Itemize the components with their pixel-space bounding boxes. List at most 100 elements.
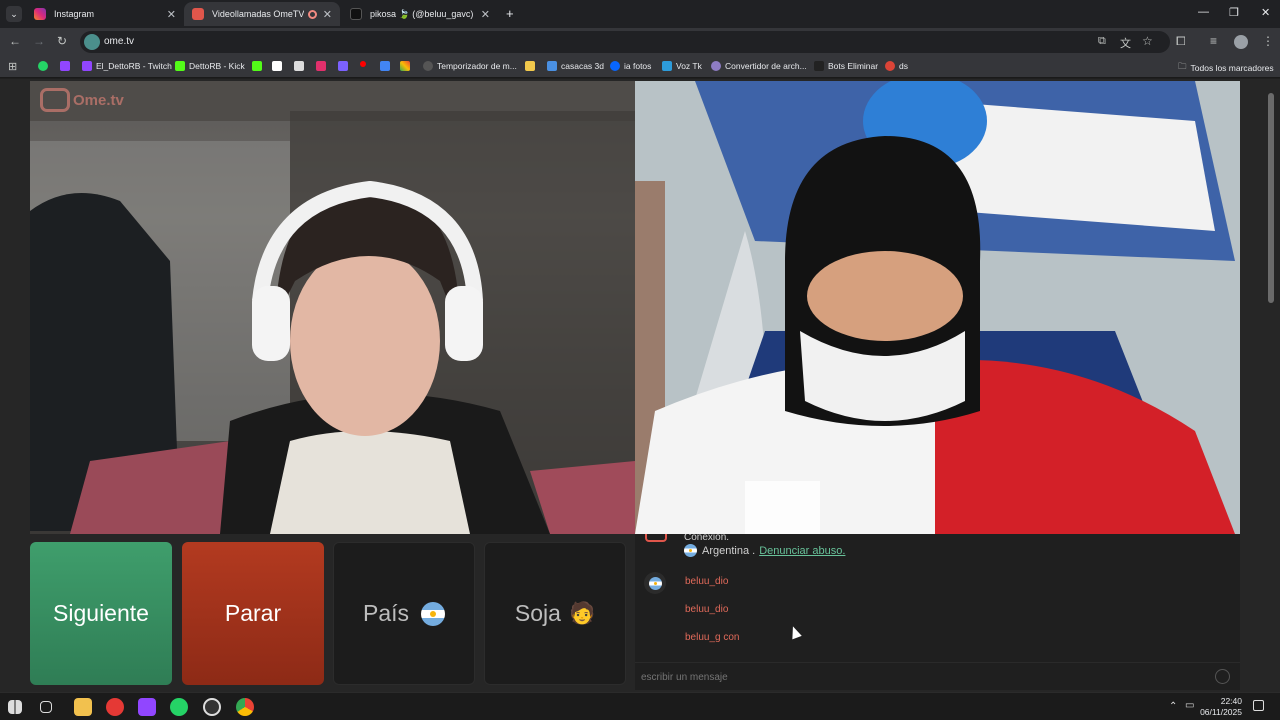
apps-grid-icon[interactable]: ⊞ xyxy=(8,60,17,73)
chat-message: beluu_dio xyxy=(685,604,729,615)
bookmarks-bar: ⊞ El_DettoRB - Twitch DettoRB - Kick Tem… xyxy=(0,56,1280,78)
whatsapp-icon[interactable] xyxy=(170,698,188,716)
local-video: Ome.tv xyxy=(30,81,635,534)
network-icon[interactable]: ▭ xyxy=(1185,700,1194,711)
ometv-icon xyxy=(192,8,204,20)
forward-icon[interactable]: → xyxy=(33,34,45,48)
bookmark-extension[interactable] xyxy=(400,61,414,71)
argentina-flag-icon xyxy=(684,544,697,557)
reload-icon[interactable]: ↻ xyxy=(57,34,67,48)
tab-ometv[interactable]: Videollamadas OmeTV — A ✕ xyxy=(184,2,340,26)
argentina-flag-icon xyxy=(421,601,446,626)
gender-filter-button[interactable]: Soja 🧑 xyxy=(484,542,626,685)
new-tab-button[interactable]: + xyxy=(506,6,514,21)
bookmark-label: ds xyxy=(899,61,908,71)
bookmark-kick[interactable] xyxy=(252,61,266,71)
report-abuse-link[interactable]: Denunciar abuso. xyxy=(759,545,845,557)
bot-icon xyxy=(814,61,824,71)
close-icon[interactable]: ✕ xyxy=(323,8,332,21)
page-scrollbar[interactable] xyxy=(1268,87,1276,687)
extensions-icon[interactable]: ⧠ xyxy=(1176,34,1186,49)
tab-strip: ⌄ Instagram ✕ Videollamadas OmeTV — A ✕ … xyxy=(0,0,1280,28)
profile-avatar[interactable] xyxy=(1234,35,1248,49)
back-icon[interactable]: ← xyxy=(9,34,21,48)
chrome-icon[interactable] xyxy=(236,698,254,716)
partner-avatar xyxy=(644,572,666,594)
bookmark-star-icon[interactable]: ☆ xyxy=(1142,34,1153,48)
tab-instagram[interactable]: Instagram ✕ xyxy=(26,2,184,26)
bookmark-twitch-channel[interactable]: El_DettoRB - Twitch xyxy=(82,61,172,71)
tab-search-button[interactable]: ⌄ xyxy=(6,6,22,22)
toolbar: ← → ↻ ome.tv ⧉ 文 ☆ ⧠ ≡ ⋮ xyxy=(0,28,1280,56)
file-explorer-icon[interactable] xyxy=(74,698,92,716)
bookmark-twitch[interactable] xyxy=(60,61,74,71)
bookmark-ia-fotos[interactable]: ia fotos xyxy=(610,61,651,71)
obs-icon[interactable] xyxy=(203,698,221,716)
close-icon[interactable]: ✕ xyxy=(167,8,176,21)
bookmark-tiktok[interactable] xyxy=(272,61,286,71)
bookmark-bots[interactable]: Bots Eliminar xyxy=(814,61,878,71)
puzzle-icon xyxy=(380,61,390,71)
bookmark-voz-tk[interactable]: Voz Tk xyxy=(662,61,702,71)
tiktok-icon xyxy=(350,8,362,20)
install-app-icon[interactable]: ⧉ xyxy=(1098,35,1106,48)
notifications-icon[interactable] xyxy=(1253,700,1264,711)
folder-icon: 🗀 xyxy=(1178,61,1187,71)
restore-button[interactable]: ❐ xyxy=(1229,6,1239,19)
card-icon xyxy=(525,61,535,71)
bookmark-label: Todos los marcadores xyxy=(1190,63,1274,73)
bookmark-app[interactable] xyxy=(338,61,352,71)
chrome-icon xyxy=(885,61,895,71)
site-info-icon[interactable] xyxy=(84,34,100,50)
bookmark-card[interactable] xyxy=(525,61,539,71)
bookmark-whatsapp[interactable] xyxy=(38,61,52,71)
media-icon[interactable]: ≡ xyxy=(1210,34,1217,48)
clock-date: 06/11/2025 xyxy=(1200,707,1242,717)
bookmark-casacas[interactable]: casacas 3d xyxy=(547,61,604,71)
minimize-button[interactable]: — xyxy=(1198,6,1209,18)
bookmark-instagram[interactable] xyxy=(316,61,330,71)
bookmark-convertidor[interactable]: Convertidor de arch... xyxy=(711,61,807,71)
emoji-icon[interactable] xyxy=(1215,669,1230,684)
bookmark-x[interactable] xyxy=(294,61,308,71)
country-label: País xyxy=(362,600,410,626)
windows-start-icon[interactable] xyxy=(8,700,22,714)
chat-message: beluu_dio xyxy=(685,576,729,587)
clock[interactable]: 22:40 06/11/2025 xyxy=(1200,696,1242,718)
bookmark-timer[interactable]: Temporizador de m... xyxy=(423,61,517,71)
bookmark-label: Voz Tk xyxy=(676,61,702,71)
next-button[interactable]: Siguiente xyxy=(30,542,172,685)
chat-message: beluu_g con xyxy=(685,632,740,643)
close-icon[interactable]: ✕ xyxy=(481,8,490,21)
ometv-logo-text: Ome.tv xyxy=(73,91,124,109)
bookmark-ds[interactable]: ds xyxy=(885,61,908,71)
tab-title: pikosa 🍃 (@beluu_gavc) | TikT xyxy=(370,8,475,19)
timer-icon xyxy=(423,61,433,71)
bookmark-label: casacas 3d xyxy=(561,61,604,71)
all-bookmarks[interactable]: 🗀 Todos los marcadores xyxy=(1178,61,1274,75)
bookmark-puzzle[interactable] xyxy=(380,61,394,71)
bookmark-youtube[interactable] xyxy=(360,61,370,67)
stop-button[interactable]: Parar xyxy=(182,542,324,685)
tray-chevron-icon[interactable]: ⌃ xyxy=(1169,701,1177,712)
tab-tiktok[interactable]: pikosa 🍃 (@beluu_gavc) | TikT ✕ xyxy=(342,2,498,26)
menu-icon[interactable]: ⋮ xyxy=(1262,34,1274,48)
address-bar[interactable]: ome.tv ⧉ 文 ☆ xyxy=(80,31,1170,53)
bookmark-kick-channel[interactable]: DettoRB - Kick xyxy=(175,61,245,71)
message-input[interactable] xyxy=(641,668,1201,686)
clock-time: 22:40 xyxy=(1220,696,1242,706)
twitch-icon[interactable] xyxy=(138,698,156,716)
bookmark-label: El_DettoRB - Twitch xyxy=(96,61,172,71)
stop-label: Parar xyxy=(224,600,282,626)
task-view-icon[interactable] xyxy=(40,701,52,713)
close-window-button[interactable]: ✕ xyxy=(1261,6,1270,19)
country-filter-button[interactable]: País xyxy=(333,542,475,685)
scrollbar-thumb[interactable] xyxy=(1268,93,1274,303)
app-icon[interactable] xyxy=(106,698,124,716)
x-icon xyxy=(294,61,304,71)
app-icon xyxy=(338,61,348,71)
translate-icon[interactable]: 文 xyxy=(1120,35,1131,51)
kick-icon xyxy=(252,61,262,71)
bookmark-label: DettoRB - Kick xyxy=(189,61,245,71)
instagram-icon xyxy=(316,61,326,71)
